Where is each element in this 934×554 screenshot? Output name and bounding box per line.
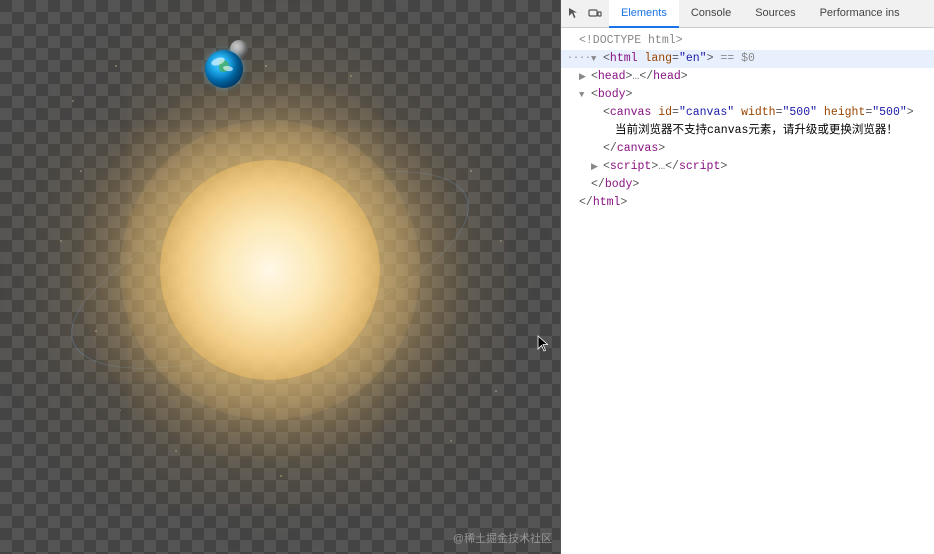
canvas-content bbox=[10, 10, 530, 530]
particle bbox=[280, 475, 282, 477]
particle bbox=[165, 80, 166, 81]
earth bbox=[205, 50, 243, 88]
device-icon[interactable] bbox=[587, 6, 603, 22]
tab-console[interactable]: Console bbox=[679, 0, 743, 28]
sun-core bbox=[160, 160, 380, 380]
tab-performance[interactable]: Performance ins bbox=[808, 0, 912, 28]
particle bbox=[500, 240, 502, 242]
particle bbox=[470, 170, 472, 172]
tab-elements[interactable]: Elements bbox=[609, 0, 679, 28]
particle bbox=[420, 110, 421, 111]
earth-globe bbox=[205, 50, 243, 88]
canvas-panel: @稀土掘金技术社区 bbox=[0, 0, 560, 554]
code-line-body-open[interactable]: <body> bbox=[573, 86, 934, 104]
particle bbox=[350, 75, 352, 77]
particle bbox=[175, 450, 177, 452]
expand-script[interactable] bbox=[591, 158, 601, 176]
particle bbox=[60, 240, 62, 242]
code-line-html-close: </html> bbox=[561, 194, 934, 212]
code-line-body-close: </body> bbox=[573, 176, 934, 194]
expand-head[interactable] bbox=[579, 68, 589, 86]
particle bbox=[495, 390, 497, 392]
code-line-script[interactable]: <script> … </script> bbox=[585, 158, 934, 176]
expand-html[interactable] bbox=[591, 50, 601, 68]
expand-body[interactable] bbox=[579, 86, 589, 104]
tab-sources[interactable]: Sources bbox=[743, 0, 807, 28]
particle bbox=[265, 65, 267, 67]
devtools-code-view: <!DOCTYPE html> ···· <html lang="en" > =… bbox=[561, 28, 934, 554]
doctype-text: <!DOCTYPE html> bbox=[579, 32, 683, 50]
code-line-html-open[interactable]: ···· <html lang="en" > == $0 bbox=[561, 50, 934, 68]
particle bbox=[450, 440, 452, 442]
code-line-doctype[interactable]: <!DOCTYPE html> bbox=[561, 32, 934, 50]
sun-container bbox=[20, 20, 520, 520]
devtools-toolbar-icons bbox=[561, 6, 609, 22]
code-line-canvas-open[interactable]: <canvas id="canvas" width="500" height="… bbox=[585, 104, 934, 122]
devtools-tabbar: Elements Console Sources Performance ins bbox=[561, 0, 934, 28]
html-dots: ···· bbox=[567, 50, 591, 68]
particle bbox=[80, 170, 82, 172]
code-line-head[interactable]: <head> … </head> bbox=[573, 68, 934, 86]
particle bbox=[120, 410, 121, 411]
particle bbox=[510, 320, 511, 321]
code-line-canvas-close[interactable]: </canvas> bbox=[585, 140, 934, 158]
particle bbox=[115, 65, 117, 67]
particle bbox=[380, 470, 381, 471]
code-line-canvas-text: 当前浏览器不支持canvas元素，请升级或更换浏览器！ bbox=[597, 122, 934, 140]
devtools-panel: Elements Console Sources Performance ins… bbox=[561, 0, 934, 554]
inspect-icon[interactable] bbox=[567, 6, 583, 22]
particle bbox=[72, 100, 74, 102]
